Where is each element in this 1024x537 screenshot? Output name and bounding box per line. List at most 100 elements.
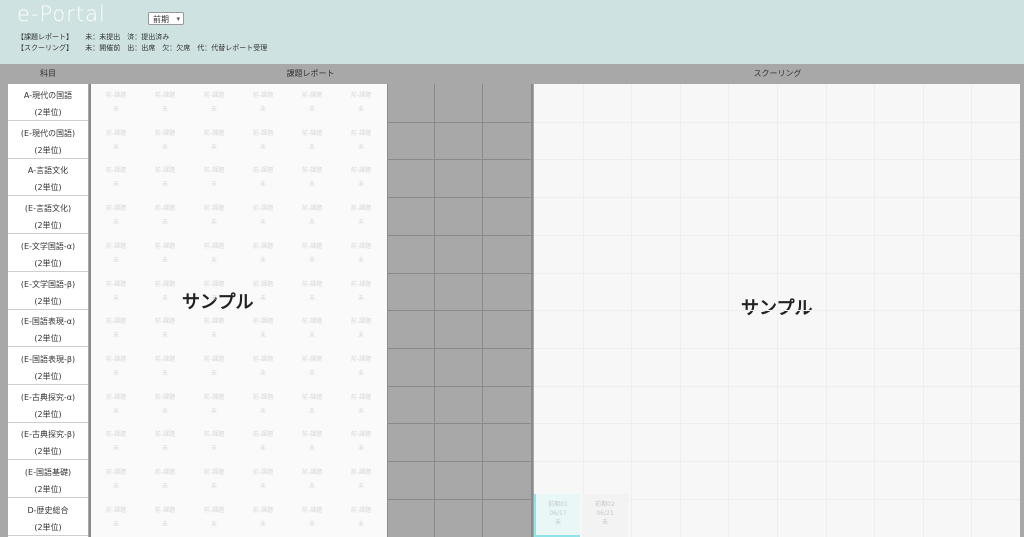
report-cell[interactable]: 前-課題未 (191, 279, 237, 302)
report-cell[interactable]: 前-課題未 (191, 505, 237, 528)
report-cell[interactable]: 前-課題未 (240, 128, 286, 151)
report-cell[interactable]: 前-課題未 (240, 429, 286, 452)
report-cell[interactable]: 前-課題未 (338, 90, 384, 113)
report-cell[interactable]: 前-課題未 (142, 392, 188, 415)
report-cell[interactable]: 前-課題未 (289, 203, 335, 226)
report-cell[interactable]: 前-課題未 (142, 279, 188, 302)
report-cell-status: 未 (357, 256, 364, 264)
report-cell[interactable]: 前-課題未 (191, 392, 237, 415)
report-cell[interactable]: 前-課題未 (338, 279, 384, 302)
report-cell[interactable]: 前-課題未 (142, 90, 188, 113)
report-cell[interactable]: 前-課題未 (93, 392, 139, 415)
report-cell[interactable]: 前-課題未 (240, 241, 286, 264)
report-cell[interactable]: 前-課題未 (289, 505, 335, 528)
report-cell[interactable]: 前-課題未 (289, 392, 335, 415)
subject-name: D-歴史総合 (27, 505, 69, 515)
report-cell[interactable]: 前-課題未 (338, 316, 384, 339)
report-cell[interactable]: 前-課題未 (289, 316, 335, 339)
report-cell[interactable]: 前-課題未 (338, 203, 384, 226)
report-cell[interactable]: 前-課題未 (191, 128, 237, 151)
report-cell[interactable]: 前-課題未 (240, 279, 286, 302)
report-cell[interactable]: 前-課題未 (93, 505, 139, 528)
term-select[interactable]: 前期 ▾ (148, 12, 184, 25)
report-cell[interactable]: 前-課題未 (338, 505, 384, 528)
report-cell[interactable]: 前-課題未 (289, 165, 335, 188)
report-cell-label: 前-課題 (252, 167, 274, 175)
report-cell[interactable]: 前-課題未 (338, 354, 384, 377)
grid-line (387, 121, 532, 123)
subject-units: (2単位) (34, 108, 62, 117)
report-cell[interactable]: 前-課題未 (142, 128, 188, 151)
report-cell[interactable]: 前-課題未 (191, 165, 237, 188)
report-cell[interactable]: 前-課題未 (338, 241, 384, 264)
report-cell[interactable]: 前-課題未 (191, 90, 237, 113)
report-cell[interactable]: 前-課題未 (191, 354, 237, 377)
report-cell-label: 前-課題 (105, 393, 127, 401)
report-cell[interactable]: 前-課題未 (93, 467, 139, 490)
report-cell[interactable]: 前-課題未 (93, 279, 139, 302)
report-cell[interactable]: 前-課題未 (289, 354, 335, 377)
report-cell[interactable]: 前-課題未 (93, 165, 139, 188)
report-cell[interactable]: 前-課題未 (142, 203, 188, 226)
report-cell[interactable]: 前-課題未 (142, 241, 188, 264)
schooling-cell-label: 前期02 (595, 501, 615, 508)
subject-name: (E-文学国語-β) (20, 279, 76, 289)
legend-report: 【課題レポート】 未：未提出 済：提出済み (17, 32, 169, 42)
report-cell[interactable]: 前-課題未 (289, 429, 335, 452)
report-cell[interactable]: 前-課題未 (338, 128, 384, 151)
report-cell[interactable]: 前-課題未 (240, 203, 286, 226)
report-cell[interactable]: 前-課題未 (93, 429, 139, 452)
report-cell[interactable]: 前-課題未 (93, 203, 139, 226)
report-cell-label: 前-課題 (105, 92, 127, 99)
subject-row: A-現代の国語 (2単位) (8, 84, 88, 121)
report-cell-status: 未 (357, 445, 364, 453)
report-cell[interactable]: 前-課題未 (289, 467, 335, 490)
report-cell[interactable]: 前-課題未 (142, 429, 188, 452)
report-cell[interactable]: 前-課題未 (240, 90, 286, 113)
report-cell[interactable]: 前-課題未 (142, 165, 188, 188)
report-cell[interactable]: 前-課題未 (93, 128, 139, 151)
report-cell-label: 前-課題 (154, 318, 176, 326)
report-cell-label: 前-課題 (350, 469, 372, 476)
report-cell-status: 未 (161, 369, 168, 377)
report-cell[interactable]: 前-課題未 (240, 392, 286, 415)
report-cell[interactable]: 前-課題未 (191, 467, 237, 490)
report-cell[interactable]: 前-課題未 (338, 467, 384, 490)
report-cell-label: 前-課題 (350, 393, 372, 401)
report-cell-label: 前-課題 (301, 318, 323, 326)
report-cell[interactable]: 前-課題未 (289, 241, 335, 264)
report-cell[interactable]: 前-課題未 (142, 467, 188, 490)
grid-line (387, 272, 532, 274)
report-cell-label: 前-課題 (252, 393, 274, 401)
schooling-cell-1[interactable]: 前期01 06/17 未 (534, 494, 580, 537)
report-cell[interactable]: 前-課題未 (338, 392, 384, 415)
report-cell[interactable]: 前-課題未 (191, 316, 237, 339)
report-cell[interactable]: 前-課題未 (240, 316, 286, 339)
report-cell[interactable]: 前-課題未 (142, 505, 188, 528)
report-cell[interactable]: 前-課題未 (93, 354, 139, 377)
report-cell[interactable]: 前-課題未 (93, 90, 139, 113)
report-cell[interactable]: 前-課題未 (289, 90, 335, 113)
report-cell[interactable]: 前-課題未 (142, 354, 188, 377)
report-cell[interactable]: 前-課題未 (191, 241, 237, 264)
report-cell[interactable]: 前-課題未 (289, 128, 335, 151)
report-cell-status: 未 (308, 369, 315, 377)
report-cell[interactable]: 前-課題未 (191, 429, 237, 452)
report-cell[interactable]: 前-課題未 (191, 203, 237, 226)
report-cell[interactable]: 前-課題未 (338, 429, 384, 452)
schooling-cell-2[interactable]: 前期02 06/21 未 (582, 494, 628, 537)
report-cell[interactable]: 前-課題未 (240, 354, 286, 377)
report-cell[interactable]: 前-課題未 (240, 505, 286, 528)
report-cell[interactable]: 前-課題未 (93, 241, 139, 264)
report-cell[interactable]: 前-課題未 (240, 165, 286, 188)
report-cell-status: 未 (161, 445, 168, 453)
subject-units: (2単位) (34, 183, 62, 193)
report-cell[interactable]: 前-課題未 (289, 279, 335, 302)
report-cell[interactable]: 前-課題未 (93, 316, 139, 339)
report-cell-label: 前-課題 (203, 393, 225, 401)
report-cell[interactable]: 前-課題未 (338, 165, 384, 188)
report-cell[interactable]: 前-課題未 (142, 316, 188, 339)
report-cell[interactable]: 前-課題未 (240, 467, 286, 490)
subject-name: (E-文学国語-α) (20, 241, 76, 251)
report-cell-label: 前-課題 (154, 205, 176, 213)
